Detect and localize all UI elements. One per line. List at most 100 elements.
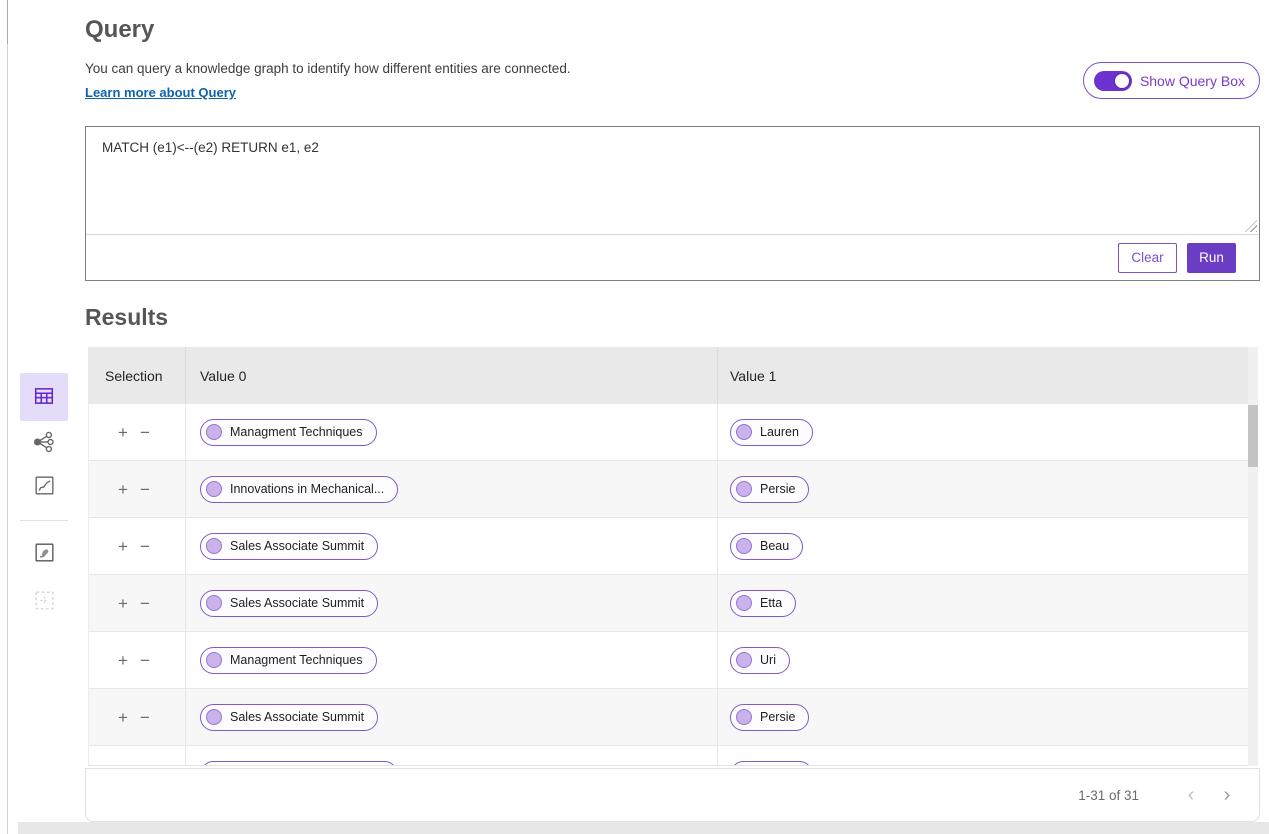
map-view-button[interactable] [20, 532, 68, 576]
add-selection-button[interactable]: + [118, 652, 128, 669]
trend-view-button[interactable] [20, 465, 68, 509]
selection-cell: + − [89, 746, 186, 766]
entity-dot-icon [206, 709, 222, 725]
entity-pill[interactable]: Persie [730, 476, 809, 503]
entity-pill[interactable]: Managment Techniques [200, 647, 377, 674]
query-input[interactable]: MATCH (e1)<--(e2) RETURN e1, e2 [86, 127, 1259, 233]
table-row: + − Sales Associate Summit Etta [89, 575, 1257, 632]
entity-pill[interactable]: Innovations in Mechanical... [200, 761, 398, 767]
pagination-next-icon[interactable]: › [1209, 785, 1245, 805]
selection-cell: + − [89, 632, 186, 688]
table-view-button[interactable] [20, 373, 68, 421]
selection-cell: + − [89, 461, 186, 517]
left-panel-edge-top [7, 0, 8, 44]
remove-selection-button[interactable]: − [140, 481, 150, 498]
results-table-header: Selection Value 0 Value 1 [88, 347, 1258, 404]
entity-label: Etta [760, 596, 782, 610]
table-view-icon [33, 385, 55, 410]
value0-cell: Managment Techniques [186, 632, 718, 688]
value0-cell: Innovations in Mechanical... [186, 746, 718, 766]
entity-pill[interactable]: Sales Associate Summit [200, 590, 378, 617]
entity-label: Sales Associate Summit [230, 539, 364, 553]
learn-more-link[interactable]: Learn more about Query [85, 85, 236, 100]
results-table: Selection Value 0 Value 1 + − Managment … [88, 347, 1258, 766]
add-selection-button[interactable]: + [118, 709, 128, 726]
add-selection-button[interactable]: + [118, 766, 128, 767]
clear-button[interactable]: Clear [1118, 243, 1177, 273]
view-rail-divider [20, 520, 68, 521]
value0-cell: Sales Associate Summit [186, 689, 718, 745]
entity-dot-icon [206, 595, 222, 611]
entity-label: Persie [760, 710, 795, 724]
entity-dot-icon [736, 481, 752, 497]
query-editor-panel: MATCH (e1)<--(e2) RETURN e1, e2 Clear Ru… [85, 126, 1260, 281]
selection-cell: + − [89, 518, 186, 574]
entity-pill[interactable]: Persie [730, 704, 809, 731]
entity-dot-icon [736, 652, 752, 668]
remove-selection-button[interactable]: − [140, 709, 150, 726]
results-footer: 1-31 of 31 ‹ › [85, 768, 1260, 822]
show-query-box-toggle[interactable]: Show Query Box [1083, 62, 1260, 99]
entity-label: Sales Associate Summit [230, 596, 364, 610]
entity-label: Persie [760, 482, 795, 496]
entity-pill[interactable]: Uri [730, 647, 790, 674]
selection-cell: + − [89, 689, 186, 745]
toggle-knob [1114, 73, 1130, 89]
query-actions-bar: Clear Run [86, 234, 1259, 280]
entity-dot-icon [206, 424, 222, 440]
table-row: + − Managment Techniques Lauren [89, 404, 1257, 461]
toggle-switch-icon[interactable] [1094, 71, 1132, 91]
entity-pill[interactable]: Innovations in Mechanical... [200, 476, 398, 503]
value1-cell: Persie [718, 461, 1257, 517]
run-button[interactable]: Run [1187, 243, 1236, 273]
entity-pill[interactable]: Sales Associate Summit [200, 533, 378, 560]
pagination-prev-icon[interactable]: ‹ [1173, 785, 1209, 805]
selection-cell: + − [89, 404, 186, 460]
add-selection-button[interactable]: + [118, 481, 128, 498]
selection-cell: + − [89, 575, 186, 631]
remove-selection-button[interactable]: − [140, 538, 150, 555]
entity-pill[interactable]: Managment Techniques [200, 419, 377, 446]
entity-pill[interactable]: Lauren [730, 761, 813, 767]
remove-selection-button[interactable]: − [140, 652, 150, 669]
column-header-value0: Value 0 [186, 347, 718, 404]
graph-view-button[interactable] [20, 423, 68, 463]
add-selection-button[interactable]: + [118, 595, 128, 612]
entity-pill[interactable]: Beau [730, 533, 803, 560]
results-title: Results [85, 304, 168, 331]
page-title: Query [85, 16, 154, 44]
entity-pill[interactable]: Sales Associate Summit [200, 704, 378, 731]
entity-label: Uri [760, 653, 776, 667]
column-header-selection: Selection [88, 347, 186, 404]
page-description: You can query a knowledge graph to ident… [85, 61, 571, 76]
table-row: + − Sales Associate Summit Beau [89, 518, 1257, 575]
value0-cell: Sales Associate Summit [186, 518, 718, 574]
entity-pill[interactable]: Lauren [730, 419, 813, 446]
entity-label: Managment Techniques [230, 425, 363, 439]
table-scrollbar-thumb[interactable] [1248, 405, 1258, 467]
column-header-value1: Value 1 [718, 347, 1258, 404]
custom-view-icon [32, 588, 57, 616]
value1-cell: Lauren [718, 404, 1257, 460]
page-bottom-strip [18, 822, 1269, 834]
value1-cell: Uri [718, 632, 1257, 688]
entity-pill[interactable]: Etta [730, 590, 796, 617]
results-view-switcher [20, 373, 68, 626]
entity-label: Lauren [760, 425, 799, 439]
value0-cell: Sales Associate Summit [186, 575, 718, 631]
query-page: { "header": { "title": "Query", "descrip… [0, 0, 1269, 834]
custom-view-button [20, 580, 68, 624]
add-selection-button[interactable]: + [118, 424, 128, 441]
remove-selection-button[interactable]: − [140, 424, 150, 441]
table-scrollbar[interactable] [1248, 347, 1258, 766]
entity-label: Sales Associate Summit [230, 710, 364, 724]
results-table-body: + − Managment Techniques Lauren + − Inno… [88, 404, 1258, 766]
graph-view-icon [31, 429, 57, 458]
remove-selection-button[interactable]: − [140, 595, 150, 612]
show-query-box-label: Show Query Box [1140, 73, 1245, 89]
map-view-icon [32, 540, 57, 568]
remove-selection-button[interactable]: − [140, 766, 150, 767]
add-selection-button[interactable]: + [118, 538, 128, 555]
value1-cell: Beau [718, 518, 1257, 574]
entity-label: Beau [760, 539, 789, 553]
